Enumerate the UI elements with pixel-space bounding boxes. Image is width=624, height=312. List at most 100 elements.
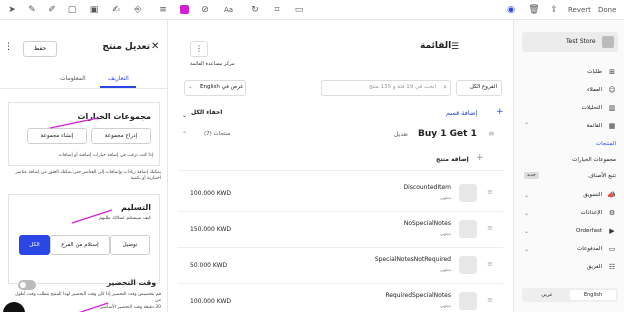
divider [178, 170, 503, 171]
nav-label: Orderfast [576, 228, 602, 234]
screen: ➤ ✎ ✐ ▢ ▣ ✍ ⎆ ≡ ⊘ Aa ↻ ⌗ ▭ ◉ 🗑 ⇪ Revert … [0, 0, 624, 312]
drag-handle-icon[interactable]: ≡ [487, 224, 493, 232]
hamburger-icon[interactable]: ☰ [451, 42, 459, 52]
nav-label: القائمة [586, 123, 602, 129]
drag-handle-icon[interactable]: ≡ [488, 129, 495, 138]
rotate-icon[interactable]: ↻ [249, 4, 261, 16]
nav-team[interactable]: ☷ الفريق [526, 263, 616, 273]
chevron-up-icon[interactable]: ⌃ [524, 122, 529, 129]
add-section-button[interactable]: إضافة قسم [446, 109, 477, 117]
pen-icon[interactable]: ✎ [26, 4, 38, 16]
nav-label: المدفوعات [577, 246, 602, 252]
nav-categories[interactable]: تتبع الأصناف [588, 173, 616, 179]
sign-icon[interactable]: ✍ [110, 4, 122, 16]
product-row[interactable]: 150.000 KWD NoSpecialNotes منتهي ≡ [178, 212, 503, 248]
nav-analytics[interactable]: ▥ التحليلات [526, 104, 616, 114]
crop-icon[interactable]: ⌗ [271, 4, 283, 16]
plus-icon[interactable]: + [476, 153, 484, 163]
textbox-icon[interactable]: ▣ [88, 4, 100, 16]
menu-title: القائمة [420, 41, 452, 51]
view-lang-select[interactable]: عرض في English ⌄ [184, 80, 246, 96]
store-switcher[interactable]: Test Store [522, 32, 618, 52]
product-row[interactable]: 100.000 KWD RequiredSpecialNotes منتهي ≡ [178, 284, 503, 312]
product-status: منتهي [440, 196, 451, 201]
markup-icon[interactable]: ◉ [505, 4, 517, 16]
revert-button[interactable]: Revert [568, 4, 591, 16]
play-icon: ▶ [609, 227, 615, 235]
search-icon: ⌕ [443, 83, 447, 91]
font-button[interactable]: Aa [224, 4, 233, 16]
more-icon[interactable]: ⋮ [190, 41, 208, 57]
image-placeholder-icon [459, 220, 477, 238]
team-icon: ☷ [608, 263, 616, 271]
nav-label: طلبات [587, 69, 602, 75]
drag-handle-icon[interactable]: ≡ [487, 260, 493, 268]
product-price: 100.000 KWD [190, 298, 231, 305]
nav-products[interactable]: المنتجات [596, 141, 616, 147]
nav-label: العملاء [587, 87, 602, 93]
drag-handle-icon[interactable]: ≡ [487, 296, 493, 304]
annotation-toolbar: ➤ ✎ ✐ ▢ ▣ ✍ ⎆ ≡ ⊘ Aa ↻ ⌗ ▭ ◉ 🗑 ⇪ Revert … [0, 0, 624, 20]
grid-icon: ▦ [608, 122, 616, 130]
lang-english[interactable]: English [570, 290, 616, 300]
border-color-swatch[interactable] [180, 5, 189, 14]
image-placeholder-icon [459, 256, 477, 274]
nav-label: الإعدادات [580, 210, 602, 216]
nav-customers[interactable]: ☺ العملاء [526, 86, 616, 96]
product-name: RequiredSpecialNotes [385, 292, 451, 299]
help-center-link[interactable]: مركز مساعدة القائمة [190, 61, 235, 67]
nav-label: التسويق [583, 192, 602, 198]
trash-icon[interactable]: 🗑 [528, 4, 540, 16]
arrow-delivery [71, 209, 113, 224]
arrow-option-groups [49, 117, 99, 129]
product-price: 100.000 KWD [190, 190, 231, 197]
expand-icon[interactable]: ⌃ [182, 131, 187, 138]
nav-orderfast[interactable]: ▶ Orderfast [526, 227, 616, 237]
chevron-down-icon[interactable]: ⌄ [524, 192, 529, 199]
nav-orders[interactable]: ⊞ طلبات [526, 68, 616, 78]
stamp-icon[interactable]: ⎆ [132, 4, 144, 16]
search-input[interactable]: ابحث في 19 فئة و 135 منتج ⌕ [321, 80, 451, 96]
fill-color-icon[interactable]: ⊘ [199, 4, 211, 16]
nav-menu[interactable]: ▦ القائمة [526, 122, 616, 132]
product-status: منتهي [440, 268, 451, 273]
line-style-icon[interactable]: ≡ [157, 4, 169, 16]
product-row[interactable]: 100.000 KWD DiscountedItem منتهي ≡ [178, 176, 503, 212]
product-price: 50.000 KWD [190, 262, 228, 269]
lang-arabic[interactable]: عربي [524, 290, 570, 300]
branch-select[interactable]: الفروع الكل [456, 80, 502, 96]
done-button[interactable]: Done [598, 4, 616, 16]
edit-section-button[interactable]: تعديل [394, 131, 408, 138]
nav-payments[interactable]: ▭ المدفوعات [526, 245, 616, 255]
product-name: SpecialNotesNotRequired [374, 256, 451, 263]
chevron-down-icon[interactable]: ⌄ [524, 246, 529, 253]
nav-marketing[interactable]: 📣 التسويق [526, 191, 616, 201]
nav-option-groups[interactable]: مجموعات الخيارات [572, 157, 616, 163]
shapes-icon[interactable]: ▢ [66, 4, 78, 16]
chevron-icon[interactable]: ⌄ [182, 112, 187, 119]
add-product-button[interactable]: إضافة منتج [436, 156, 469, 163]
pointer-icon[interactable]: ➤ [6, 4, 18, 16]
nav-label: التحليلات [581, 105, 602, 111]
annotation-arrows [49, 117, 113, 312]
menu-list-panel: ⋮ مركز مساعدة القائمة القائمة ☰ عرض في E… [168, 20, 513, 312]
product-row[interactable]: 50.000 KWD SpecialNotesNotRequired منتهي… [178, 248, 503, 284]
section-name: Buy 1 Get 1 [418, 129, 477, 139]
hide-all-button[interactable]: اخفاء الكل [191, 109, 222, 116]
search-placeholder: ابحث في 19 فئة و 135 منتج [369, 84, 436, 90]
chevron-down-icon[interactable]: ⌄ [524, 228, 529, 235]
plus-icon[interactable]: + [496, 107, 504, 117]
view-lang-label: عرض في English [200, 84, 244, 90]
comment-icon[interactable]: ▭ [293, 4, 305, 16]
nav-settings[interactable]: ⚙ الإعدادات [526, 209, 616, 219]
chevron-down-icon: ⌄ [188, 84, 193, 90]
share-icon[interactable]: ⇪ [548, 4, 560, 16]
edit-product-panel: ⋮ حفظ تعديل منتج ✕ التعاريف المعلومات مج… [0, 20, 168, 312]
store-name: Test Store [566, 38, 596, 45]
chart-icon: ▥ [608, 104, 616, 112]
product-status: منتهي [440, 232, 451, 237]
chevron-down-icon[interactable]: ⌄ [524, 210, 529, 217]
arrow-prep [78, 302, 109, 312]
drag-handle-icon[interactable]: ≡ [487, 188, 493, 196]
highlighter-icon[interactable]: ✐ [46, 4, 58, 16]
